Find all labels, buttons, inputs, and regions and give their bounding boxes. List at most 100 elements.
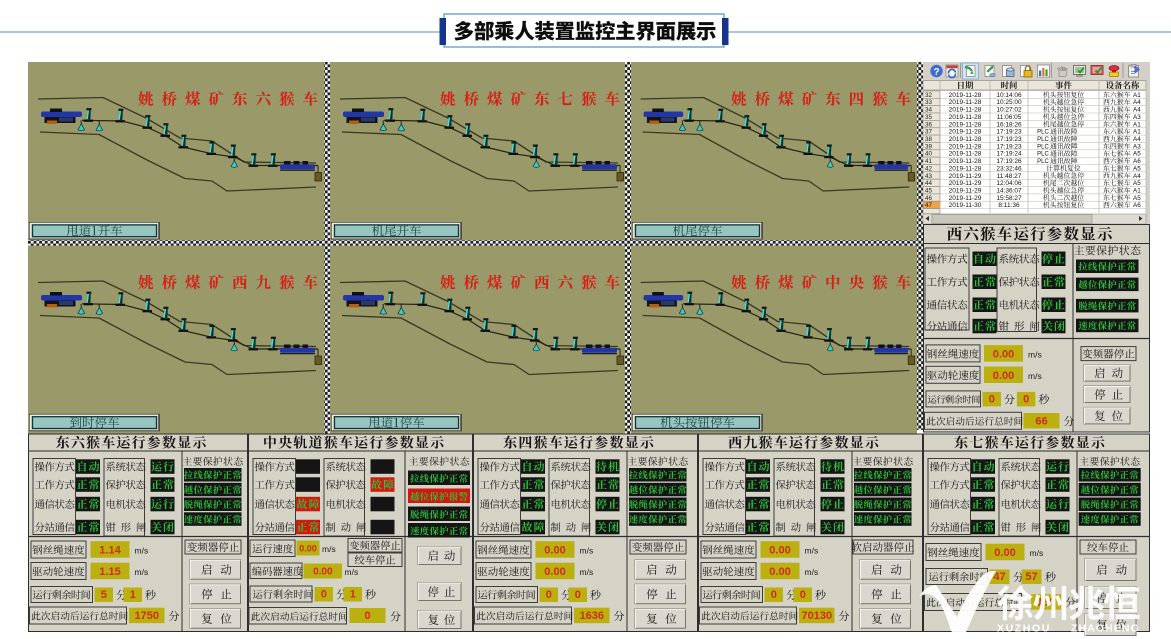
svg-text:A4: A4 [1133, 173, 1141, 180]
svg-text:1.15: 1.15 [99, 566, 120, 578]
svg-text:A5: A5 [1133, 151, 1141, 158]
svg-text:70130: 70130 [802, 610, 833, 622]
svg-text:0: 0 [321, 589, 327, 601]
svg-text:m/s: m/s [1028, 349, 1042, 359]
svg-text:8:11:36: 8:11:36 [998, 202, 1020, 209]
svg-text:0.00: 0.00 [544, 545, 565, 557]
svg-text:47: 47 [925, 202, 933, 209]
svg-text:44: 44 [925, 180, 933, 187]
svg-text:14:36:07: 14:36:07 [996, 188, 1022, 195]
svg-text:A1: A1 [1133, 92, 1141, 99]
svg-text:0.00: 0.00 [313, 567, 333, 578]
svg-text:PLC: PLC [1037, 144, 1049, 150]
svg-text:1.14: 1.14 [99, 545, 121, 557]
svg-text:0.00: 0.00 [769, 545, 790, 557]
svg-text:2019-11-28: 2019-11-28 [949, 151, 982, 158]
svg-text:2019-11-28: 2019-11-28 [949, 136, 982, 143]
svg-text:0: 0 [771, 589, 777, 601]
svg-text:m/s: m/s [580, 546, 594, 556]
svg-text:0: 0 [989, 393, 995, 405]
svg-text:2019-11-28: 2019-11-28 [949, 114, 982, 121]
svg-text:2019-11-28: 2019-11-28 [949, 165, 982, 172]
svg-text:m/s: m/s [1030, 548, 1044, 558]
svg-text:57: 57 [1025, 571, 1037, 583]
svg-text:34: 34 [925, 107, 933, 114]
svg-text:2019-11-28: 2019-11-28 [949, 99, 982, 106]
svg-text:40: 40 [925, 151, 933, 158]
svg-text:2019-11-28: 2019-11-28 [949, 129, 982, 136]
svg-text:A4: A4 [1133, 99, 1141, 106]
svg-text:2019-11-28: 2019-11-28 [949, 92, 982, 99]
svg-text:0: 0 [800, 589, 806, 601]
svg-text:A3: A3 [1133, 143, 1141, 150]
svg-text:2019-11-30: 2019-11-30 [949, 202, 982, 209]
svg-text:m/s: m/s [135, 567, 149, 577]
svg-text:m/s: m/s [805, 567, 819, 577]
svg-text:?: ? [933, 67, 939, 78]
svg-text:A6: A6 [1133, 202, 1141, 209]
svg-text:12:04:06: 12:04:06 [996, 180, 1022, 187]
svg-text:2019-11-29: 2019-11-29 [949, 173, 982, 180]
svg-text:A4: A4 [1133, 136, 1141, 143]
svg-text:m/s: m/s [322, 544, 336, 554]
svg-text:1: 1 [350, 589, 356, 601]
svg-text:11:06:05: 11:06:05 [997, 114, 1022, 121]
svg-text:A3: A3 [1133, 114, 1141, 121]
svg-text:0.00: 0.00 [544, 566, 565, 578]
svg-text:0: 0 [575, 589, 581, 601]
svg-text:66: 66 [1035, 416, 1047, 428]
svg-text:0.00: 0.00 [993, 349, 1014, 361]
svg-text:A1: A1 [1133, 121, 1141, 128]
svg-text:17:19:23: 17:19:23 [996, 136, 1022, 143]
svg-text:1636: 1636 [580, 610, 604, 622]
svg-text:0.00: 0.00 [299, 544, 317, 554]
svg-text:2019-11-28: 2019-11-28 [949, 158, 982, 165]
svg-text:A5: A5 [1133, 195, 1141, 202]
svg-text:38: 38 [925, 136, 933, 143]
svg-text:A5: A5 [1133, 165, 1141, 172]
svg-text:PLC: PLC [1037, 137, 1049, 143]
svg-text:m/s: m/s [580, 567, 594, 577]
svg-text:17:19:23: 17:19:23 [996, 129, 1022, 136]
svg-text:2019-11-29: 2019-11-29 [949, 188, 982, 195]
svg-text:42: 42 [925, 165, 933, 172]
svg-text:m/s: m/s [345, 567, 359, 577]
svg-text:2019-11-28: 2019-11-28 [949, 107, 982, 114]
svg-text:41: 41 [925, 158, 933, 165]
svg-text:23:32:46: 23:32:46 [996, 165, 1022, 172]
svg-text:m/s: m/s [805, 546, 819, 556]
svg-text:17:19:26: 17:19:26 [996, 158, 1022, 165]
svg-text:A5: A5 [1133, 180, 1141, 187]
svg-text:5: 5 [101, 589, 107, 601]
svg-text:39: 39 [925, 143, 933, 150]
svg-text:PLC: PLC [1037, 130, 1049, 136]
svg-text:46: 46 [925, 195, 933, 202]
svg-text:0.00: 0.00 [769, 566, 790, 578]
svg-text:10:27:02: 10:27:02 [996, 107, 1022, 114]
svg-text:10:14:06: 10:14:06 [996, 92, 1022, 99]
svg-text:2019-11-28: 2019-11-28 [949, 143, 982, 150]
svg-text:17:19:24: 17:19:24 [996, 151, 1022, 158]
svg-text:A1: A1 [1133, 188, 1141, 195]
svg-text:15:58:27: 15:58:27 [996, 195, 1022, 202]
svg-text:11:48:27: 11:48:27 [997, 173, 1022, 180]
svg-text:47: 47 [993, 571, 1005, 583]
svg-text:A6: A6 [1133, 158, 1141, 165]
svg-text:33: 33 [925, 99, 933, 106]
svg-text:0: 0 [364, 610, 370, 622]
svg-text:0.00: 0.00 [994, 547, 1015, 559]
svg-text:43: 43 [925, 173, 933, 180]
svg-text:2019-11-29: 2019-11-29 [949, 180, 982, 187]
svg-text:XUZHOU: XUZHOU [997, 623, 1051, 635]
svg-text:32: 32 [925, 92, 933, 99]
svg-text:PLC: PLC [1037, 152, 1049, 158]
svg-text:37: 37 [925, 129, 933, 136]
svg-text:2019-11-28: 2019-11-28 [949, 121, 982, 128]
svg-text:35: 35 [925, 114, 933, 121]
svg-text:1: 1 [130, 589, 136, 601]
svg-text:0: 0 [1023, 393, 1029, 405]
svg-text:2019-11-29: 2019-11-29 [949, 195, 982, 202]
svg-text:1750: 1750 [135, 610, 159, 622]
svg-text:45: 45 [925, 188, 933, 195]
svg-text:A1: A1 [1133, 129, 1141, 136]
